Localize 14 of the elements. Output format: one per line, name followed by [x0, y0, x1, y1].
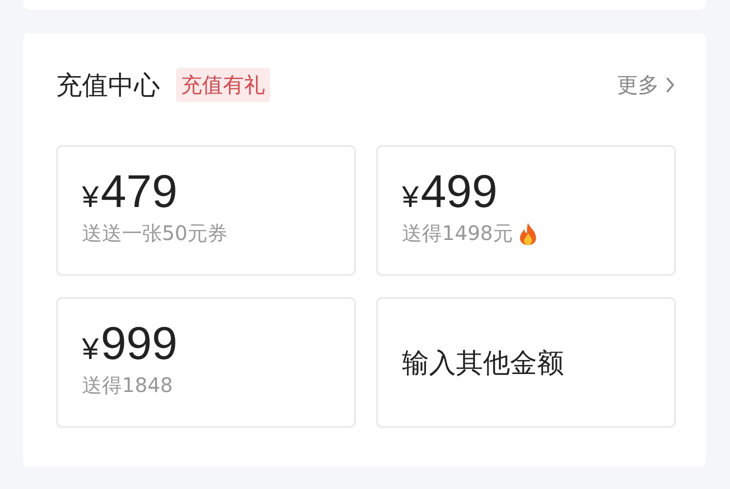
price-text: ¥999 — [82, 320, 178, 366]
section-title: 充值中心 — [56, 70, 160, 102]
amount-option[interactable]: ¥479 送送一张50元券 — [56, 145, 356, 276]
amount-option[interactable]: ¥999 送得1848 — [56, 297, 356, 428]
more-link[interactable]: 更多 — [617, 71, 675, 99]
promo-tag: 充值有礼 — [176, 68, 270, 102]
bonus-text: 送送一张50元券 — [82, 220, 228, 247]
chevron-right-icon — [665, 76, 675, 94]
price-text: ¥499 — [402, 168, 498, 214]
bonus-text: 送得1848 — [82, 372, 173, 399]
amount-option[interactable]: ¥499 送得1498元 — [376, 145, 676, 276]
price-text: ¥479 — [82, 168, 178, 214]
bonus-text: 送得1498元 — [402, 220, 513, 247]
custom-amount-button[interactable]: 输入其他金额 — [376, 297, 676, 428]
